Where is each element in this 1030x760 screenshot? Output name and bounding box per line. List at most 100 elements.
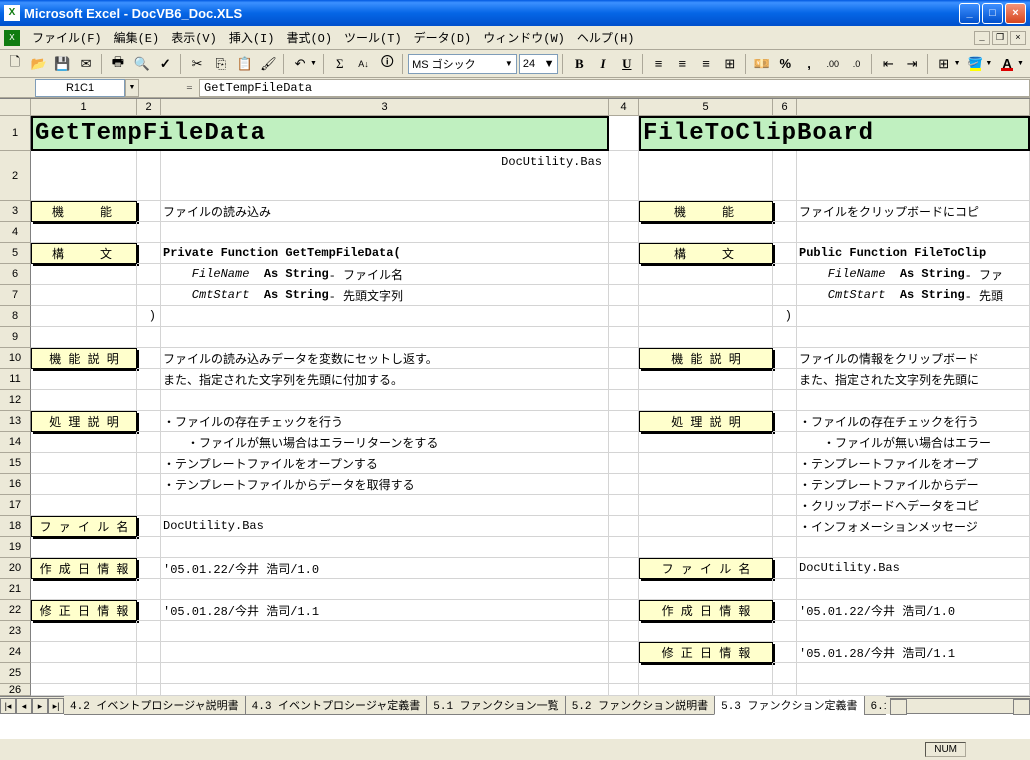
row-header[interactable]: 14 [0, 432, 31, 453]
cell[interactable] [639, 151, 773, 201]
label-created[interactable]: 作 成 日 情 報 [31, 558, 137, 579]
cut-button[interactable]: ✂ [186, 53, 208, 75]
cell[interactable]: ・テンプレートファイルをオープンする [161, 453, 609, 474]
tab-prev-button[interactable]: ◂ [16, 698, 32, 714]
col-header[interactable]: 2 [137, 99, 161, 115]
decrease-indent-button[interactable]: ⇤ [877, 53, 899, 75]
paste-button[interactable]: 📋 [234, 53, 256, 75]
sheet-tab[interactable]: 4.3 イベントプロシージャ定義書 [245, 696, 428, 715]
row-header[interactable]: 5 [0, 243, 31, 264]
print-preview-button[interactable]: 🔍 [131, 53, 153, 75]
col-header[interactable]: 1 [31, 99, 137, 115]
menu-insert[interactable]: 挿入(I) [223, 27, 281, 48]
row-header[interactable]: 6 [0, 264, 31, 285]
menu-edit[interactable]: 編集(E) [108, 27, 166, 48]
menu-help[interactable]: ヘルプ(H) [571, 27, 641, 48]
sort-asc-button[interactable]: A↓ [353, 53, 375, 75]
cell[interactable] [609, 151, 639, 201]
row-header[interactable]: 12 [0, 390, 31, 411]
cell[interactable]: ) [137, 306, 161, 327]
cell[interactable]: また、指定された文字列を先頭に [797, 369, 1030, 390]
cell[interactable]: ・インフォメーションメッセージ [797, 516, 1030, 537]
cell[interactable]: ・ファイルが無い場合はエラー [797, 432, 1030, 453]
workbook-icon[interactable]: X [4, 30, 20, 46]
row-header[interactable]: 9 [0, 327, 31, 348]
cell[interactable] [31, 151, 137, 201]
row-header[interactable]: 3 [0, 201, 31, 222]
merge-center-button[interactable]: ⊞ [719, 53, 741, 75]
row-header[interactable]: 2 [0, 151, 31, 201]
underline-button[interactable]: U [616, 53, 638, 75]
tab-last-button[interactable]: ▸| [48, 698, 64, 714]
cell[interactable]: ・テンプレートファイルをオープ [797, 453, 1030, 474]
row-header[interactable]: 11 [0, 369, 31, 390]
cell[interactable]: ・テンプレートファイルからデータを取得する [161, 474, 609, 495]
cell[interactable]: ファイルの読み込み [161, 201, 609, 222]
cell[interactable]: '05.01.22/今井 浩司/1.0 [797, 600, 1030, 621]
currency-button[interactable]: 💴 [751, 53, 773, 75]
label-syntax[interactable]: 構 文 [31, 243, 137, 264]
row-header[interactable]: 17 [0, 495, 31, 516]
row-header[interactable]: 13 [0, 411, 31, 432]
label-file[interactable]: フ ァ イ ル 名 [31, 516, 137, 537]
open-button[interactable]: 📂 [28, 53, 50, 75]
align-left-button[interactable]: ≡ [648, 53, 670, 75]
italic-button[interactable]: I [592, 53, 614, 75]
office-assistant-button[interactable]: 🛈 [376, 53, 398, 75]
comma-button[interactable]: , [798, 53, 820, 75]
row-header[interactable]: 21 [0, 579, 31, 600]
row-header[interactable]: 8 [0, 306, 31, 327]
label-proc-desc-r[interactable]: 処 理 説 明 [639, 411, 773, 432]
right-title-cell[interactable]: FileToClipBoard [639, 116, 1030, 151]
cell[interactable] [137, 151, 161, 201]
fill-color-button[interactable]: 🪣 [965, 53, 987, 75]
label-proc-desc[interactable]: 処 理 説 明 [31, 411, 137, 432]
align-right-button[interactable]: ≡ [695, 53, 717, 75]
row-header[interactable]: 4 [0, 222, 31, 243]
format-painter-button[interactable]: 🖌 [257, 53, 279, 75]
percent-button[interactable]: % [774, 53, 796, 75]
name-box[interactable]: R1C1 [35, 79, 125, 97]
cell[interactable]: ・ファイルの存在チェックを行う [161, 411, 609, 432]
save-button[interactable]: 💾 [52, 53, 74, 75]
label-created-r[interactable]: 作 成 日 情 報 [639, 600, 773, 621]
cell[interactable]: '05.01.28/今井 浩司/1.1 [797, 642, 1030, 663]
col-header[interactable]: 4 [609, 99, 639, 115]
tab-next-button[interactable]: ▸ [32, 698, 48, 714]
spreadsheet-grid[interactable]: 1 2 3 4 5 6 1 GetTempFileData FileToClip… [0, 98, 1030, 738]
menu-view[interactable]: 表示(V) [165, 27, 223, 48]
select-all-corner[interactable] [0, 99, 31, 115]
row-header[interactable]: 7 [0, 285, 31, 306]
label-func-desc[interactable]: 機 能 説 明 [31, 348, 137, 369]
left-title-cell[interactable]: GetTempFileData [31, 116, 609, 151]
spellcheck-button[interactable]: ✓ [154, 53, 176, 75]
align-center-button[interactable]: ≡ [671, 53, 693, 75]
label-file-r[interactable]: フ ァ イ ル 名 [639, 558, 773, 579]
horizontal-scrollbar[interactable] [890, 698, 1030, 714]
cell[interactable] [773, 201, 797, 222]
borders-button[interactable]: ⊞ [933, 53, 955, 75]
sheet-tab[interactable]: 5.1 ファンクション一覧 [426, 696, 565, 715]
formula-input[interactable]: GetTempFileData [199, 79, 1030, 97]
name-box-dropdown[interactable]: ▼ [125, 79, 139, 97]
cell[interactable]: ・ファイルが無い場合はエラーリターンをする [161, 432, 609, 453]
increase-indent-button[interactable]: ⇥ [901, 53, 923, 75]
undo-dropdown[interactable]: ▼ [310, 60, 319, 67]
font-selector[interactable]: MS ゴシック▼ [408, 54, 517, 74]
cell[interactable]: DocUtility.Bas [797, 558, 1030, 579]
copy-button[interactable]: ⎘ [210, 53, 232, 75]
menu-file[interactable]: ファイル(F) [26, 27, 108, 48]
row-header[interactable]: 1 [0, 116, 31, 151]
row-header[interactable]: 26 [0, 684, 31, 696]
menu-window[interactable]: ウィンドウ(W) [477, 27, 571, 48]
doc-minimize-button[interactable]: _ [974, 31, 990, 45]
label-func-desc-r[interactable]: 機 能 説 明 [639, 348, 773, 369]
cell[interactable]: '05.01.22/今井 浩司/1.0 [161, 558, 609, 579]
row-header[interactable]: 16 [0, 474, 31, 495]
cell[interactable] [797, 151, 1030, 201]
cell[interactable]: ) [773, 306, 797, 327]
col-header[interactable] [797, 99, 1030, 115]
row-header[interactable]: 23 [0, 621, 31, 642]
font-size-selector[interactable]: 24▼ [519, 54, 559, 74]
label-modified-r[interactable]: 修 正 日 情 報 [639, 642, 773, 663]
